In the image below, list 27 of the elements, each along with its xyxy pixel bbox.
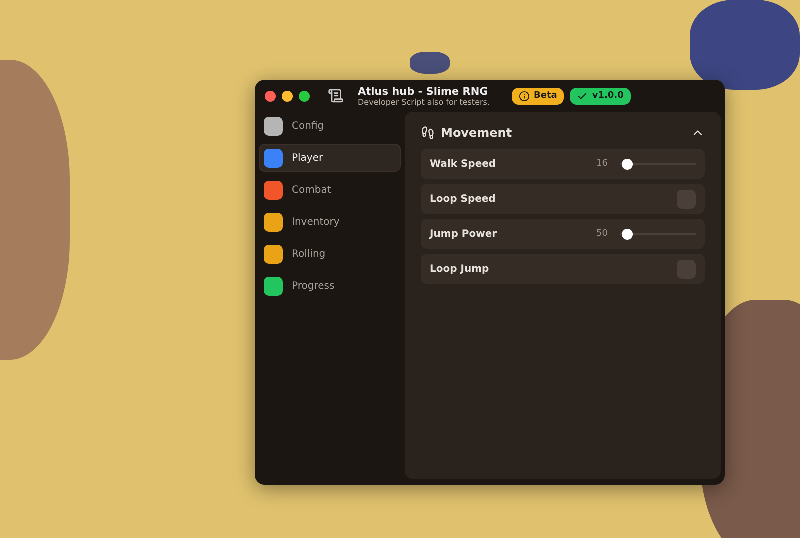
sidebar-item[interactable]: Inventory [259, 208, 401, 236]
footprints-icon [421, 126, 435, 140]
sidebar-item[interactable]: Rolling [259, 240, 401, 268]
setting-label: Walk Speed [430, 158, 498, 170]
setting-label: Jump Power [430, 228, 498, 240]
slider-thumb[interactable] [622, 228, 633, 240]
rock-drawing [410, 52, 450, 74]
close-button[interactable] [265, 90, 276, 102]
minimize-button[interactable] [282, 90, 293, 102]
window-title: Atlus hub - Slime RNG [358, 86, 490, 98]
setting-label: Loop Jump [430, 264, 490, 274]
slider-thumb[interactable] [622, 158, 633, 170]
version-badge: v1.0.0 [570, 88, 631, 104]
section-title: Movement [441, 126, 514, 140]
window-subtitle: Developer Script also for testers. [358, 98, 490, 106]
setting-label: Loop Speed [430, 194, 497, 204]
maximize-button[interactable] [299, 90, 310, 102]
sidebar-item[interactable]: Player [259, 144, 401, 172]
info-icon [519, 90, 530, 102]
sidebar-item[interactable]: Progress [259, 272, 401, 300]
slider-value: 16 [596, 159, 608, 169]
slider-value: 50 [596, 229, 608, 239]
check-icon [577, 90, 588, 102]
version-badge: Beta [512, 88, 564, 104]
scroll-icon [328, 88, 344, 104]
sidebar-item[interactable]: Combat [259, 176, 401, 204]
sidebar-item[interactable]: Config [259, 112, 401, 140]
